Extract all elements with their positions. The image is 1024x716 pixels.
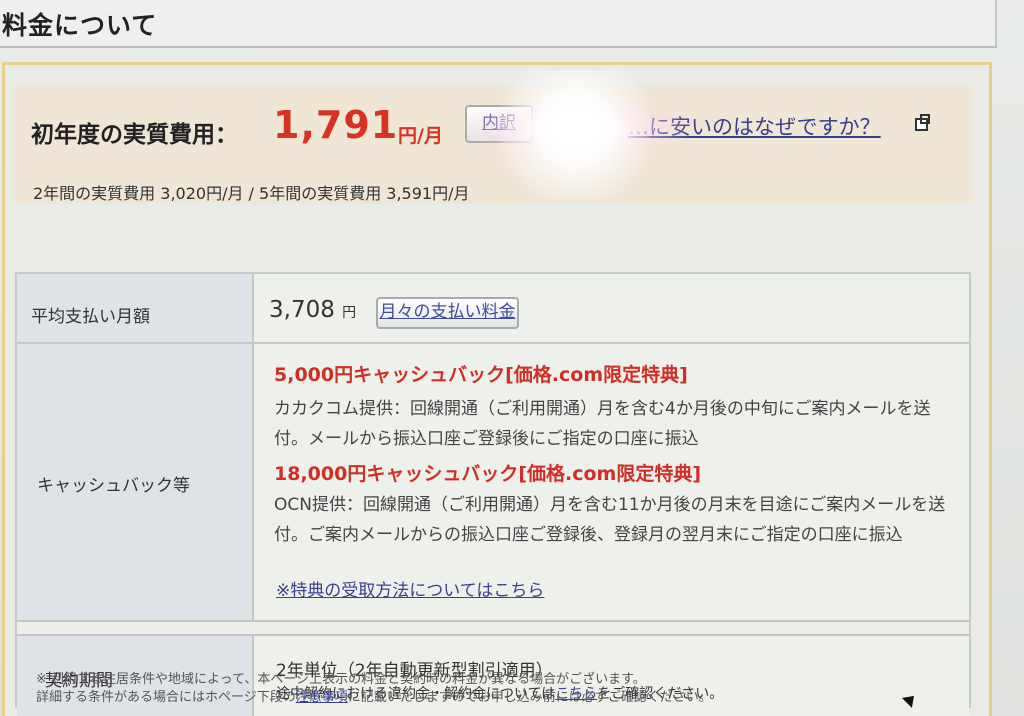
footer-note-2-before: 詳細する条件がある場合にはホページ下段の xyxy=(36,690,296,705)
monthly-payment-amount: 3,708 円 xyxy=(269,297,356,323)
cost-summary-box: 初年度の実質費用： 1,791 円/月 内訳 …に安いのはなぜですか？ 2年間の… xyxy=(13,85,973,203)
first-year-cost-value: 1,791 xyxy=(273,103,399,147)
benefit-description-1: カカクコム提供：回線開通（ご利用開通）月を含む4か月後の中旬にご案内メールを送付… xyxy=(274,399,931,449)
section-header: 料金について xyxy=(0,0,997,48)
first-year-cost-unit: 円/月 xyxy=(398,125,443,147)
monthly-payment-row: 平均支払い月額 3,708 円 月々の支払い料金 xyxy=(17,274,969,344)
monthly-payment-value: 3,708 xyxy=(269,297,335,323)
monthly-payment-label: 平均支払い月額 xyxy=(31,307,150,327)
pricing-details-table: 平均支払い月額 3,708 円 月々の支払い料金 キャッシュバック等 5,000… xyxy=(15,272,971,716)
page-title: 料金について xyxy=(2,11,158,40)
cashback-value-cell: 5,000円キャッシュバック[価格.com限定特典] カカクコム提供：回線開通（… xyxy=(254,344,969,620)
footer-note-2-after: に記載いたしますのでお申し込み前には必ずご確認ください。 xyxy=(347,690,712,705)
why-cheap-link[interactable]: …に安いのはなぜですか？ xyxy=(628,111,881,141)
footer-note-1: ※ 利用する住居条件や地域によって、本ページ上表示の料金と契約時の料金が異なる場… xyxy=(36,672,646,687)
cashback-row: キャッシュバック等 5,000円キャッシュバック[価格.com限定特典] カカク… xyxy=(17,344,969,622)
pricing-card: 初年度の実質費用： 1,791 円/月 内訳 …に安いのはなぜですか？ 2年間の… xyxy=(2,62,992,716)
cashback-label: キャッシュバック等 xyxy=(37,476,190,496)
benefit-title-1: 5,000円キャッシュバック[価格.com限定特典] xyxy=(274,364,688,386)
monthly-payment-label-cell: 平均支払い月額 xyxy=(17,274,254,342)
cashback-label-cell: キャッシュバック等 xyxy=(17,344,254,620)
first-year-cost-label: 初年度の実質費用： xyxy=(31,122,238,148)
notes-link[interactable]: 注意事項 xyxy=(296,690,348,705)
benefit-description-2: OCN提供：回線開通（ご利用開通）月を含む11か月後の月末を目途にご案内メールを… xyxy=(274,495,946,545)
cost-breakdown-button[interactable]: 内訳 xyxy=(465,105,533,143)
monthly-payment-value-cell: 3,708 円 月々の支払い料金 xyxy=(254,274,969,342)
pricing-screen: 料金について 初年度の実質費用： 1,791 円/月 内訳 …に安いのはなぜです… xyxy=(0,0,1024,716)
footer-note-2: 詳細する条件がある場合にはホページ下段の注意事項に記載いたしますのでお申し込み前… xyxy=(36,686,712,705)
monthly-payment-unit: 円 xyxy=(342,305,357,321)
monthly-payment-details-button[interactable]: 月々の支払い料金 xyxy=(376,297,519,329)
multi-year-cost-text: 2年間の実質費用 3,020円/月 / 5年間の実質費用 3,591円/月 xyxy=(33,184,470,203)
benefit-title-2: 18,000円キャッシュバック[価格.com限定特典] xyxy=(274,463,702,485)
benefit-receipt-link[interactable]: ※特典の受取方法についてはこちら xyxy=(276,576,544,601)
external-link-icon[interactable] xyxy=(915,114,930,131)
